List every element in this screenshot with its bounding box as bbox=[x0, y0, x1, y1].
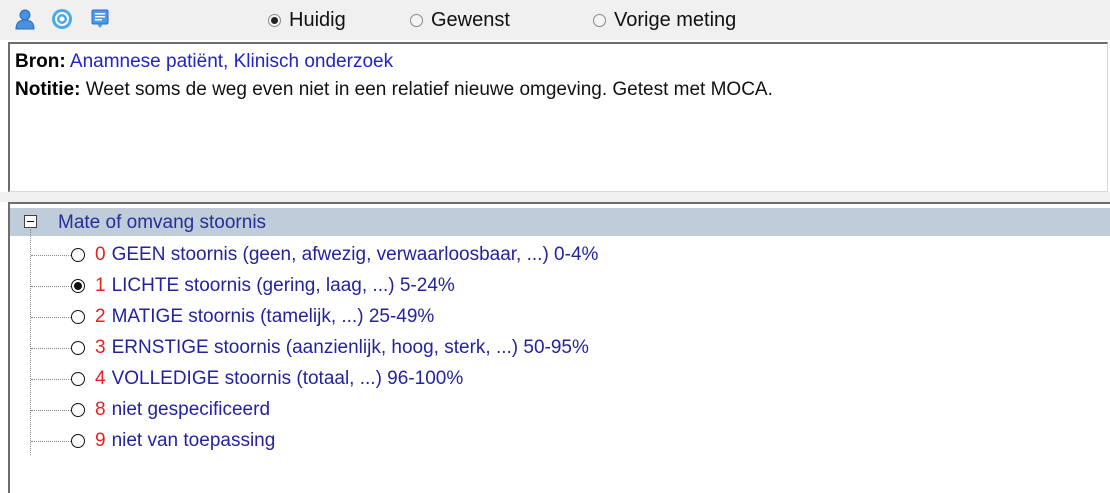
option-label: LICHTE stoornis (gering, laag, ...) 5-24… bbox=[111, 275, 455, 296]
option-code: 1 bbox=[95, 275, 106, 296]
option-label: VOLLEDIGE stoornis (totaal, ...) 96-100% bbox=[111, 368, 464, 389]
target-icon[interactable] bbox=[51, 8, 73, 30]
radio-dot[interactable] bbox=[410, 13, 423, 27]
user-icon[interactable] bbox=[14, 8, 36, 30]
option-label: niet van toepassing bbox=[111, 430, 276, 451]
tree-root-label[interactable]: Mate of omvang stoornis bbox=[58, 212, 266, 234]
source-line: Bron: Anamnese patiënt, Klinisch onderzo… bbox=[15, 51, 393, 73]
mode-desired-radio[interactable]: Gewenst bbox=[410, 9, 510, 31]
option-label: ERNSTIGE stoornis (aanzienlijk, hoog, st… bbox=[111, 337, 589, 358]
mode-desired-label: Gewenst bbox=[431, 8, 510, 31]
option-code: 2 bbox=[95, 306, 106, 327]
radio-dot-selected[interactable] bbox=[268, 13, 281, 27]
tree-branch bbox=[31, 286, 71, 287]
note-label: Notitie: bbox=[15, 79, 81, 100]
option-2[interactable]: 2 MATIGE stoornis (tamelijk, ...) 25-49% bbox=[71, 304, 434, 330]
option-8[interactable]: 8 niet gespecificeerd bbox=[71, 397, 270, 423]
tree-branch bbox=[31, 317, 71, 318]
option-radio[interactable] bbox=[71, 403, 85, 417]
source-value: Anamnese patiënt, Klinisch onderzoek bbox=[69, 51, 394, 72]
separator bbox=[0, 192, 1110, 202]
option-radio[interactable] bbox=[71, 310, 85, 324]
option-code: 8 bbox=[95, 399, 106, 420]
radio-dot[interactable] bbox=[593, 13, 606, 27]
option-label: niet gespecificeerd bbox=[111, 399, 271, 420]
source-label: Bron: bbox=[15, 51, 66, 72]
note-line: Notitie: Weet soms de weg even niet in e… bbox=[15, 79, 773, 101]
option-radio[interactable] bbox=[71, 248, 85, 262]
option-code: 3 bbox=[95, 337, 106, 358]
severity-tree: Mate of omvang stoornis 0 GEEN stoornis … bbox=[8, 202, 1110, 493]
option-code: 4 bbox=[95, 368, 106, 389]
option-1[interactable]: 1 LICHTE stoornis (gering, laag, ...) 5-… bbox=[71, 273, 455, 299]
option-radio[interactable] bbox=[71, 434, 85, 448]
option-0[interactable]: 0 GEEN stoornis (geen, afwezig, verwaarl… bbox=[71, 242, 598, 268]
option-3[interactable]: 3 ERNSTIGE stoornis (aanzienlijk, hoog, … bbox=[71, 335, 589, 361]
tree-branch bbox=[31, 255, 71, 256]
note-value: Weet soms de weg even niet in een relati… bbox=[85, 79, 773, 100]
mode-previous-radio[interactable]: Vorige meting bbox=[593, 9, 736, 31]
tree-branch bbox=[31, 410, 71, 411]
mode-current-label: Huidig bbox=[289, 8, 346, 31]
tree-branch bbox=[31, 441, 71, 442]
option-4[interactable]: 4 VOLLEDIGE stoornis (totaal, ...) 96-10… bbox=[71, 366, 463, 392]
option-label: GEEN stoornis (geen, afwezig, verwaarloo… bbox=[111, 244, 599, 265]
option-radio-selected[interactable] bbox=[71, 279, 85, 293]
option-radio[interactable] bbox=[71, 341, 85, 355]
option-9[interactable]: 9 niet van toepassing bbox=[71, 428, 275, 454]
collapse-icon[interactable] bbox=[24, 215, 37, 228]
note-icon[interactable] bbox=[89, 8, 111, 30]
tree-branch bbox=[31, 379, 71, 380]
info-panel[interactable]: Bron: Anamnese patiënt, Klinisch onderzo… bbox=[8, 42, 1108, 192]
tree-branch bbox=[31, 348, 71, 349]
option-code: 0 bbox=[95, 244, 106, 265]
mode-previous-label: Vorige meting bbox=[614, 8, 737, 31]
option-radio[interactable] bbox=[71, 372, 85, 386]
tree-connector bbox=[30, 229, 31, 455]
option-label: MATIGE stoornis (tamelijk, ...) 25-49% bbox=[111, 306, 435, 327]
option-code: 9 bbox=[95, 430, 106, 451]
toolbar: Huidig Gewenst Vorige meting bbox=[0, 0, 1110, 40]
mode-current-radio[interactable]: Huidig bbox=[268, 9, 346, 31]
